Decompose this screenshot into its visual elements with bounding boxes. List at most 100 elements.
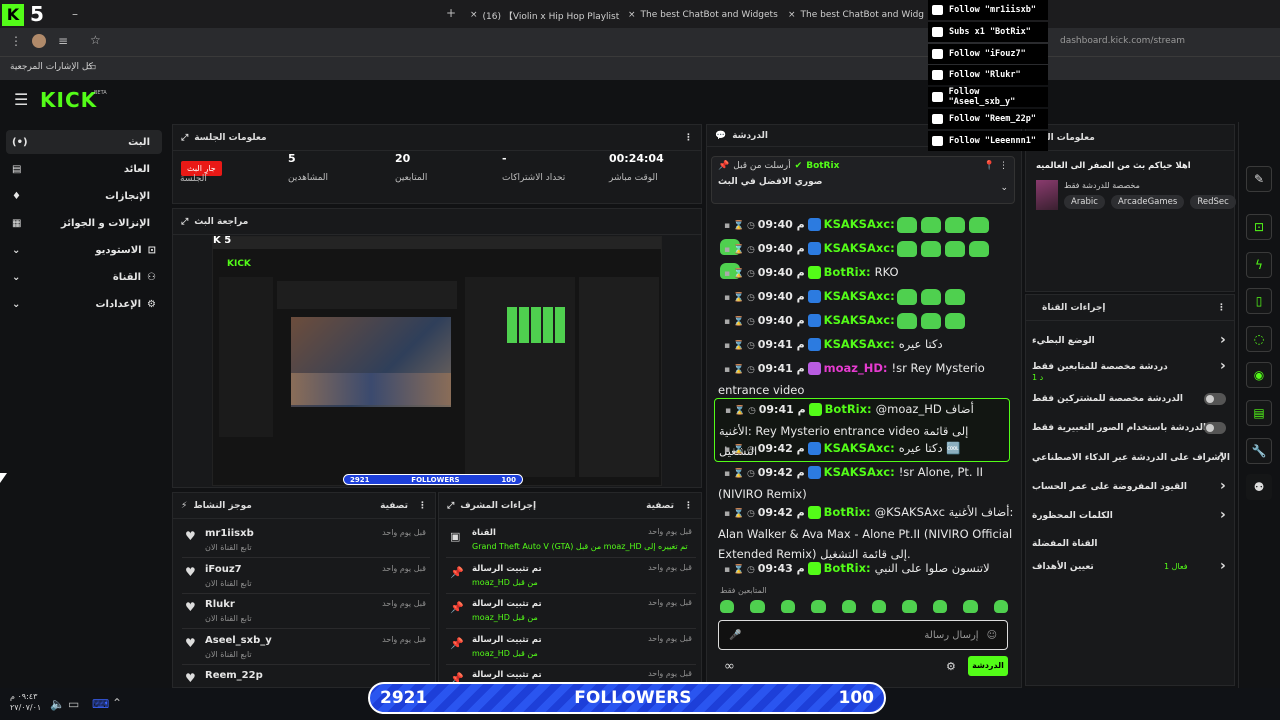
tab-youtube[interactable]: × (16) 【Violin x Hip Hop Playlist】 <box>470 3 620 27</box>
emote-icon[interactable] <box>841 600 857 613</box>
chat-username[interactable]: BotRix: <box>824 561 871 575</box>
more-icon[interactable]: ⋮ <box>999 161 1008 171</box>
emote-icon[interactable] <box>720 600 735 613</box>
sidebar-item-achievements[interactable]: ♦ الإنجازات <box>6 184 162 208</box>
tag-chip[interactable]: Arabic <box>1064 195 1105 209</box>
display-icon[interactable]: ▭ <box>68 697 79 711</box>
chat-username[interactable]: moaz_HD: <box>824 361 888 375</box>
chat-username[interactable]: KSAKSAxc: <box>824 441 895 455</box>
url-text[interactable]: dashboard.kick.com/stream <box>1060 36 1185 46</box>
chevron-up-icon[interactable]: ⌃ <box>112 696 122 710</box>
mod-tools[interactable]: ▪ ⌛ ◷ <box>718 269 758 279</box>
chat-message[interactable]: ▪ ⌛ ◷ 09:41 م moaz_HD: !sr Rey Mysterio en… <box>718 358 1014 400</box>
close-icon[interactable]: × <box>470 10 478 20</box>
sidebar-item-studio[interactable]: ⌄ الاستوديو ⊡ <box>6 238 162 262</box>
studio-icon[interactable]: ⊡ <box>1246 214 1272 240</box>
emote-icon[interactable] <box>993 600 1009 613</box>
pinned-message[interactable]: 📌 أرسلت من قبل ✔ BotRix 📍 ⋮ صوري الافضل … <box>711 156 1015 204</box>
emote-icon[interactable] <box>963 600 978 613</box>
edit-icon[interactable]: ✎ <box>1246 166 1272 192</box>
kick-logo[interactable]: KICK <box>40 88 97 112</box>
chat-input[interactable]: 🎤 إرسال رسالة ☺ <box>718 620 1008 650</box>
tag-chip[interactable]: RedSec <box>1190 195 1236 209</box>
emoji-icon[interactable]: ☺ <box>987 630 997 641</box>
filter-button[interactable]: تصفية <box>646 501 674 511</box>
emote-icon[interactable] <box>750 600 765 613</box>
activity-row[interactable]: ♥ mr1iisxb تابع القناة الان قبل يوم واحد <box>182 524 430 558</box>
chat-username[interactable]: KSAKSAxc: <box>824 313 895 327</box>
resize-handle-icon[interactable]: ⤢ <box>447 501 454 511</box>
profile-avatar[interactable] <box>32 34 46 48</box>
chat-username[interactable]: KSAKSAxc: <box>824 241 895 255</box>
chat-username[interactable]: BotRix: <box>824 265 871 279</box>
wrench-icon[interactable]: 🔧 <box>1246 438 1272 464</box>
channel-action-row[interactable]: الدردشة باستخدام الصور التعبيرية فقط <box>1024 421 1234 443</box>
sidebar-item-stream[interactable]: (•) البث <box>6 130 162 154</box>
mod-action-row[interactable]: 📌 تم تثبيت الرسالة moaz_HD من قبل قبل يوم و… <box>446 595 696 629</box>
unpin-icon[interactable]: 📍 <box>984 161 995 171</box>
tab-botrix-1[interactable]: × The best ChatBot and Widgets ◆ <box>628 3 778 27</box>
chat-message[interactable]: ▪ ⌛ ◷ 09:41 م KSAKSAxc: دكتا عيره <box>718 334 1014 356</box>
chat-message[interactable]: ▪ ⌛ ◷ 09:43 م BotRix: لاتنسون صلوا على الن… <box>718 558 1014 580</box>
tab-botrix-2[interactable]: × The best ChatBot and Widg <box>788 3 924 27</box>
mod-tools[interactable]: ▪ ⌛ ◷ <box>718 509 758 519</box>
toggle-switch[interactable] <box>1204 422 1226 434</box>
emote-icon[interactable] <box>932 600 948 613</box>
mod-tools[interactable]: ▪ ⌛ ◷ <box>718 221 758 231</box>
resize-handle-icon[interactable]: ⤢ <box>181 217 188 227</box>
channel-action-row[interactable]: الوضع البطيء › <box>1024 332 1234 356</box>
mod-tools[interactable]: ▪ ⌛ ◷ <box>718 317 758 327</box>
new-tab-icon[interactable]: + <box>446 6 456 20</box>
toggle-switch[interactable] <box>1204 393 1226 405</box>
more-icon[interactable]: ⋮ <box>684 501 693 511</box>
activity-row[interactable]: ♥ Aseel_sxb_y تابع القناة الان قبل يوم واحد <box>182 631 430 665</box>
chat-send-button[interactable]: الدردشة <box>968 656 1008 676</box>
chat-username[interactable]: KSAKSAxc: <box>824 337 895 351</box>
volume-icon[interactable]: 🔈 <box>50 697 65 711</box>
more-icon[interactable]: ⋮ <box>684 133 693 143</box>
mod-tools[interactable]: ▪ ⌛ ◷ <box>718 245 758 255</box>
minimize-icon[interactable]: – <box>72 7 78 21</box>
hamburger-icon[interactable]: ☰ <box>14 90 28 109</box>
users-add-icon[interactable]: ⚉ <box>1246 474 1272 500</box>
close-icon[interactable]: × <box>788 10 796 20</box>
sidebar-item-drops[interactable]: ▦ الإنزالات و الجوائز <box>6 211 162 235</box>
chat-message[interactable]: ▪ ⌛ ◷ 09:40 م BotRix: RKO <box>718 262 1014 284</box>
chat-message[interactable]: ▪ ⌛ ◷ 09:42 م KSAKSAxc: دكتا عيره 🆒 <box>718 438 1014 460</box>
chat-username[interactable]: KSAKSAxc: <box>824 289 895 303</box>
close-icon[interactable]: × <box>628 10 636 20</box>
emote-icon[interactable] <box>780 600 796 613</box>
emote-icon[interactable] <box>872 600 887 613</box>
emote-icon[interactable] <box>811 600 826 613</box>
mod-action-row[interactable]: 📌 تم تثبيت الرسالة moaz_HD من قبل قبل يوم و… <box>446 631 696 665</box>
sidebar-item-channel[interactable]: ⌄ القناة ⚇ <box>6 265 162 289</box>
chat-message[interactable]: ▪ ⌛ ◷ 09:42 م KSAKSAxc: !sr Alone, Pt. II … <box>718 462 1014 504</box>
resize-handle-icon[interactable]: ⤢ <box>181 133 188 143</box>
chat-username[interactable]: KSAKSAxc: <box>824 465 895 479</box>
mod-action-row[interactable]: 📌 تم تثبيت الرسالة moaz_HD من قبل قبل يوم و… <box>446 560 696 594</box>
chat-message[interactable]: ▪ ⌛ ◷ 09:40 م KSAKSAxc: <box>718 310 1014 332</box>
mod-tools[interactable]: ▪ ⌛ ◷ <box>718 341 758 351</box>
mod-tools[interactable]: ▪ ⌛ ◷ <box>719 406 759 416</box>
filter-button[interactable]: تصفية <box>380 501 408 511</box>
mod-tools[interactable]: ▪ ⌛ ◷ <box>718 445 758 455</box>
channel-action-row[interactable]: دردشة مخصصة للمتابعين فقط 1 د › <box>1024 358 1234 382</box>
preview-video[interactable]: KICK K 5 2921 FOLLOWERS 100 <box>212 235 662 486</box>
bookmark-star-icon[interactable]: ☆ <box>90 33 101 47</box>
chat-username[interactable]: BotRix: <box>825 402 872 416</box>
tag-chip[interactable]: ArcadeGames <box>1110 195 1185 209</box>
emote-icon[interactable] <box>902 600 917 613</box>
chat-message[interactable]: ▪ ⌛ ◷ 09:42 م BotRix: @KSAKSAxc أضاف الأغن… <box>718 502 1014 564</box>
channel-action-row[interactable]: القناة المفضلة <box>1024 537 1234 559</box>
calendar-icon[interactable]: ▤ <box>1246 400 1272 426</box>
mod-action-row[interactable]: ▣ القناة Grand Theft Auto V (GTA) من قبل m… <box>446 524 696 558</box>
chevron-down-icon[interactable]: ⌄ <box>1000 183 1008 193</box>
mod-tools[interactable]: ▪ ⌛ ◷ <box>718 469 758 479</box>
broadcast-icon[interactable]: ◉ <box>1246 362 1272 388</box>
more-icon[interactable]: ⋮ <box>418 501 427 511</box>
keyboard-icon[interactable]: ⌨ <box>92 697 109 711</box>
mic-icon[interactable]: 🎤 <box>729 630 741 641</box>
more-icon[interactable]: ⋮ <box>1217 303 1226 313</box>
document-icon[interactable]: ▯ <box>1246 288 1272 314</box>
channel-action-row[interactable]: الكلمات المحظورة › <box>1024 507 1234 531</box>
